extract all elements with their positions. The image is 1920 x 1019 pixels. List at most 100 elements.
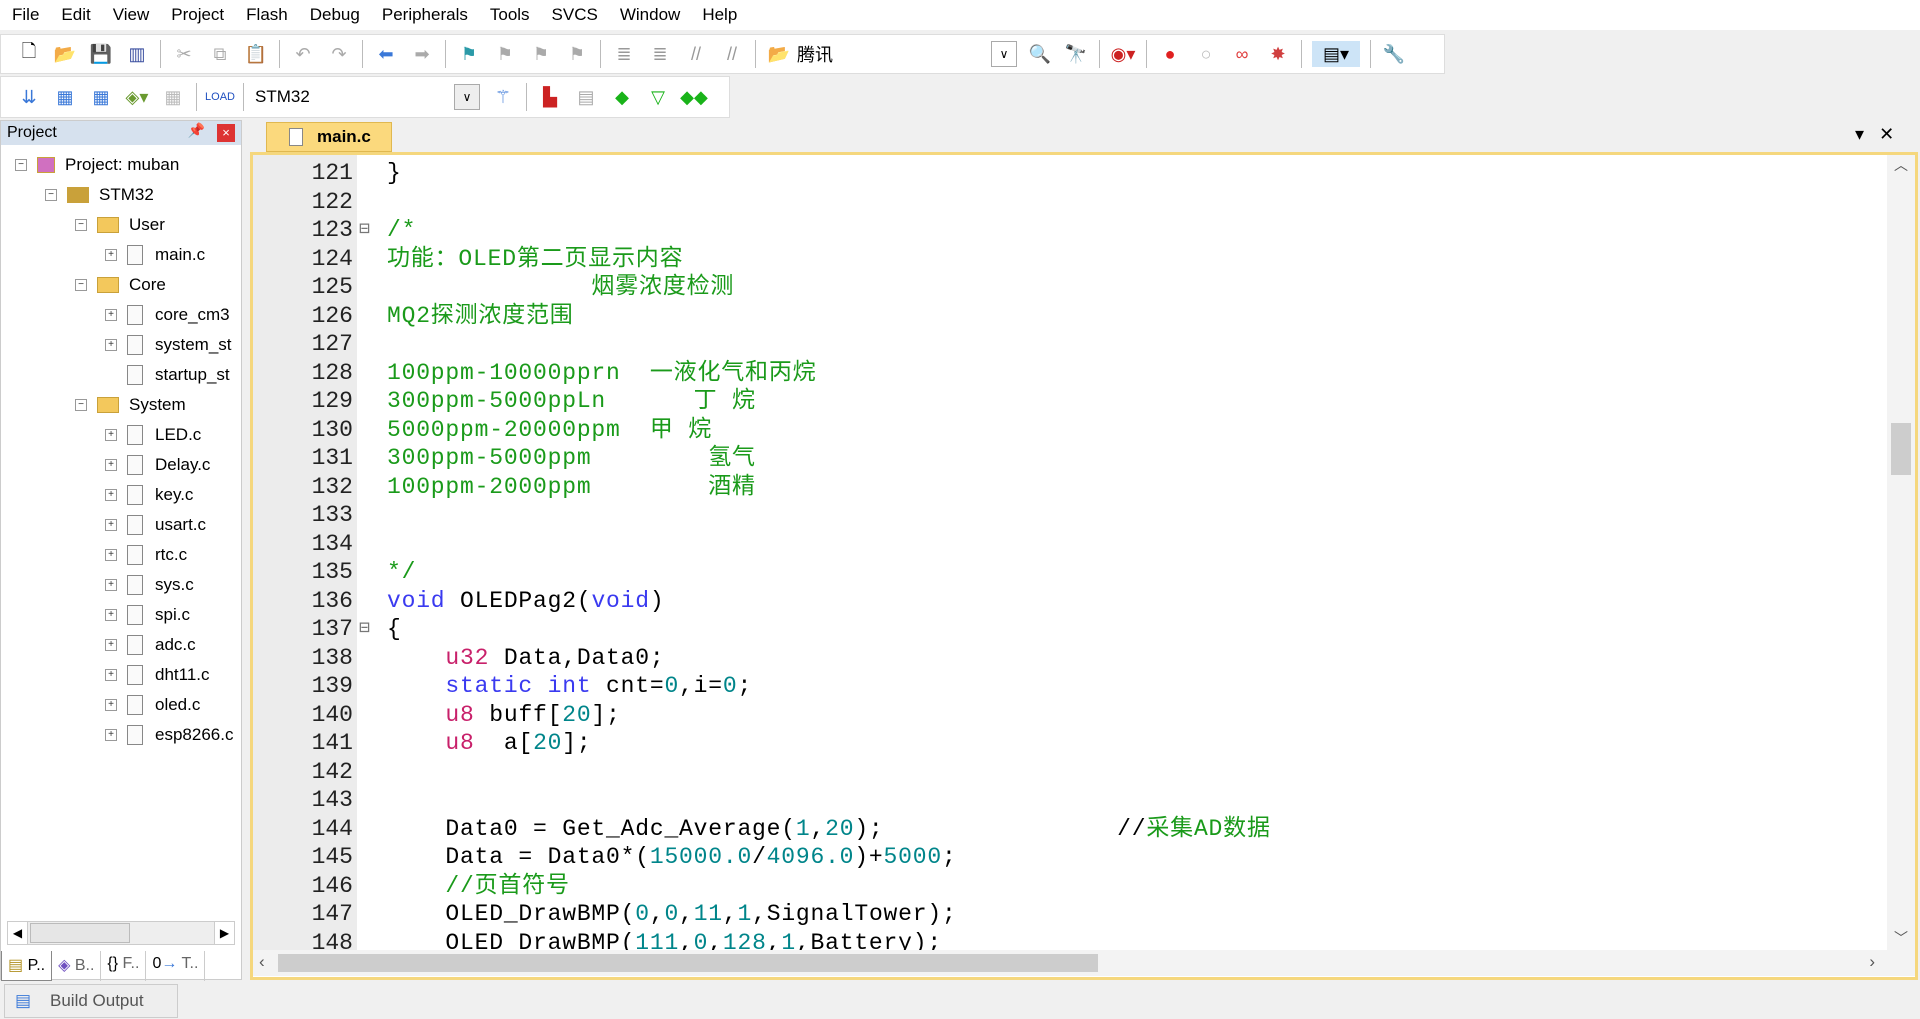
prev-bookmark-icon[interactable]: ⚑ <box>492 41 518 67</box>
nav-back-icon[interactable]: ⬅ <box>373 41 399 67</box>
menu-debug[interactable]: Debug <box>310 5 360 25</box>
tab-list-dropdown-icon[interactable]: ▾ <box>1855 124 1864 144</box>
collapse-icon[interactable]: − <box>75 219 87 231</box>
copy-icon[interactable]: ⧉ <box>207 41 233 67</box>
cut-icon[interactable]: ✂ <box>171 41 197 67</box>
horizontal-scrollbar[interactable]: ‹ › <box>253 950 1915 976</box>
tab-functions[interactable]: {} F.. <box>101 951 147 981</box>
tree-item[interactable]: + rtc.c <box>105 540 187 570</box>
build-icon[interactable]: ▦ <box>52 84 78 110</box>
tab-project[interactable]: ▤ P.. <box>1 951 53 981</box>
menu-tools[interactable]: Tools <box>490 5 530 25</box>
scroll-thumb[interactable] <box>30 923 130 943</box>
new-file-icon[interactable]: 🗋 <box>16 41 42 67</box>
collapse-icon[interactable]: − <box>75 399 87 411</box>
menu-help[interactable]: Help <box>702 5 737 25</box>
expand-icon[interactable]: + <box>105 429 117 441</box>
select-packs-icon[interactable]: ▽ <box>645 84 671 110</box>
expand-icon[interactable]: + <box>105 639 117 651</box>
translate-icon[interactable]: ⇊ <box>16 84 42 110</box>
tree-item[interactable]: + core_cm3 <box>105 300 230 330</box>
menu-file[interactable]: File <box>12 5 39 25</box>
tree-item[interactable]: + usart.c <box>105 510 206 540</box>
manage-project-icon[interactable]: ▙ <box>537 84 563 110</box>
scroll-left-icon[interactable]: ‹ <box>259 952 265 972</box>
expand-icon[interactable]: + <box>105 489 117 501</box>
expand-icon[interactable]: + <box>105 339 117 351</box>
target-dropdown-icon[interactable]: ∨ <box>454 84 480 110</box>
close-icon[interactable]: × <box>217 124 235 142</box>
stop-build-icon[interactable]: ▦ <box>160 84 186 110</box>
uncomment-icon[interactable]: // <box>719 41 745 67</box>
debug-session-icon[interactable]: ◉▾ <box>1110 41 1136 67</box>
undo-icon[interactable]: ↶ <box>290 41 316 67</box>
paste-icon[interactable]: 📋 <box>243 41 269 67</box>
scroll-right-icon[interactable]: ▶ <box>214 922 234 944</box>
manage-rte-icon[interactable]: ◆ <box>609 84 635 110</box>
expand-icon[interactable]: + <box>105 609 117 621</box>
expand-icon[interactable]: + <box>105 669 117 681</box>
tab-main-c[interactable]: main.c <box>266 122 392 152</box>
tree-item[interactable]: − Core <box>75 270 166 300</box>
open-icon[interactable]: 📂 <box>52 41 78 67</box>
expand-icon[interactable]: + <box>105 699 117 711</box>
expand-icon[interactable]: + <box>105 579 117 591</box>
tree-item[interactable]: + dht11.c <box>105 660 210 690</box>
tree-item[interactable]: + sys.c <box>105 570 194 600</box>
scroll-down-icon[interactable]: ﹀ <box>1887 928 1915 948</box>
tab-books[interactable]: ◈ B.. <box>52 951 102 981</box>
collapse-icon[interactable]: − <box>45 189 57 201</box>
multi-project-icon[interactable]: ▤ <box>573 84 599 110</box>
build-output-tab[interactable]: ▤ Build Output <box>4 984 178 1018</box>
expand-icon[interactable]: + <box>105 459 117 471</box>
fold-toggle-icon[interactable]: ⊟ <box>359 615 370 644</box>
scroll-right-icon[interactable]: › <box>1869 952 1875 972</box>
save-icon[interactable]: 💾 <box>88 41 114 67</box>
tree-item[interactable]: + spi.c <box>105 600 190 630</box>
fold-toggle-icon[interactable]: ⊟ <box>359 216 370 245</box>
kill-breakpoints-icon[interactable]: ✸ <box>1265 41 1291 67</box>
find-dropdown-icon[interactable]: ∨ <box>991 41 1017 67</box>
tab-templates[interactable]: 0→ T.. <box>146 951 206 981</box>
horizontal-scroll-thumb[interactable] <box>278 954 1098 972</box>
vertical-scroll-thumb[interactable] <box>1891 423 1911 475</box>
incremental-find-icon[interactable]: 🔭 <box>1063 41 1089 67</box>
target-select[interactable]: STM32 <box>249 87 449 107</box>
configure-icon[interactable]: 🔧 <box>1381 41 1407 67</box>
tree-item[interactable]: − Project: muban <box>15 150 179 180</box>
expand-icon[interactable]: + <box>105 549 117 561</box>
tree-item[interactable]: − STM32 <box>45 180 154 210</box>
tree-item[interactable]: − System <box>75 390 186 420</box>
window-layout-icon[interactable]: ▤▾ <box>1312 41 1360 67</box>
save-all-icon[interactable]: ▥ <box>124 41 150 67</box>
redo-icon[interactable]: ↷ <box>326 41 352 67</box>
collapse-icon[interactable]: − <box>75 279 87 291</box>
disable-breakpoint-icon[interactable]: ○ <box>1193 41 1219 67</box>
find-icon[interactable]: 🔍 <box>1027 41 1053 67</box>
expand-icon[interactable]: + <box>105 519 117 531</box>
tree-item[interactable]: + LED.c <box>105 420 201 450</box>
menu-view[interactable]: View <box>113 5 150 25</box>
tree-item[interactable]: + main.c <box>105 240 205 270</box>
code-editor[interactable]: 121} 122 123 ⊟/* 124 功能：OLED第二页显示内容 125 烟雾浓度检测… <box>250 152 1918 980</box>
rebuild-icon[interactable]: ▦ <box>88 84 114 110</box>
scroll-left-icon[interactable]: ◀ <box>8 922 28 944</box>
breakpoint-icon[interactable]: ● <box>1157 41 1183 67</box>
menu-project[interactable]: Project <box>171 5 224 25</box>
tree-item[interactable]: + adc.c <box>105 630 196 660</box>
tree-item[interactable]: + oled.c <box>105 690 200 720</box>
disable-all-breakpoints-icon[interactable]: ∞ <box>1229 41 1255 67</box>
load-icon[interactable]: LOAD <box>205 84 235 110</box>
menu-edit[interactable]: Edit <box>61 5 90 25</box>
collapse-icon[interactable]: − <box>15 159 27 171</box>
bookmark-icon[interactable]: ⚑ <box>456 41 482 67</box>
indent-icon[interactable]: ≣ <box>611 41 637 67</box>
find-text-input[interactable]: 腾讯 <box>797 41 997 67</box>
scroll-up-icon[interactable]: ︿ <box>1887 155 1915 175</box>
expand-icon[interactable]: + <box>105 309 117 321</box>
target-options-icon[interactable]: ⚚ <box>490 84 516 110</box>
comment-icon[interactable]: // <box>683 41 709 67</box>
menu-flash[interactable]: Flash <box>246 5 288 25</box>
close-editor-icon[interactable]: ✕ <box>1879 124 1894 144</box>
pack-installer-icon[interactable]: ◆◆ <box>680 84 708 110</box>
